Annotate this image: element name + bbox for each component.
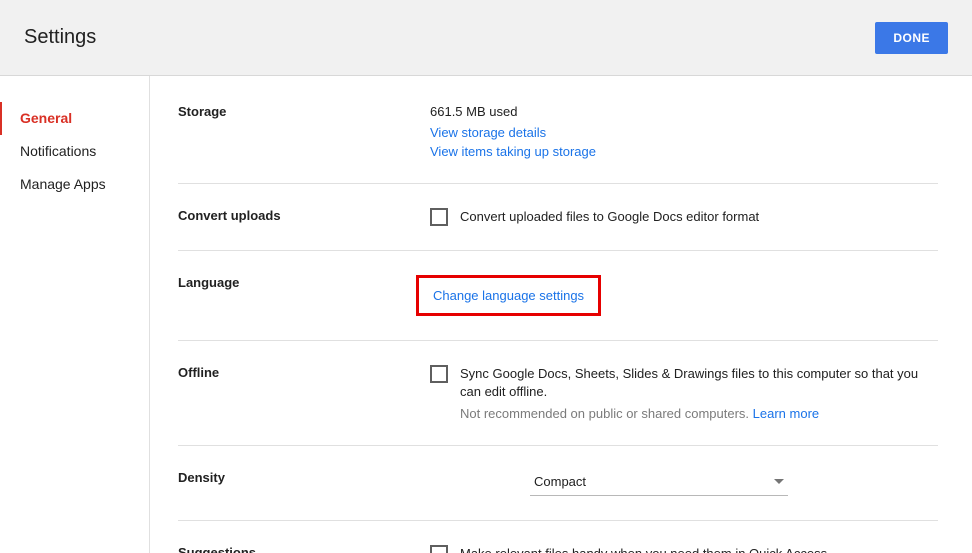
section-label-convert-uploads: Convert uploads bbox=[178, 208, 430, 226]
section-value-convert-uploads: Convert uploaded files to Google Docs ed… bbox=[430, 208, 938, 226]
settings-header: Settings DONE bbox=[0, 0, 972, 76]
link-view-storage-details[interactable]: View storage details bbox=[430, 125, 938, 140]
done-button[interactable]: DONE bbox=[875, 22, 948, 54]
link-change-language-settings[interactable]: Change language settings bbox=[433, 288, 584, 303]
section-value-storage: 661.5 MB used View storage details View … bbox=[430, 104, 938, 159]
section-label-suggestions: Suggestions bbox=[178, 545, 430, 553]
sidebar-item-notifications[interactable]: Notifications bbox=[0, 135, 149, 168]
section-offline: Offline Sync Google Docs, Sheets, Slides… bbox=[178, 341, 938, 445]
section-label-offline: Offline bbox=[178, 365, 430, 420]
checkbox-row-suggestions: Make relevant files handy when you need … bbox=[430, 545, 938, 553]
storage-used-text: 661.5 MB used bbox=[430, 104, 938, 119]
settings-body: General Notifications Manage Apps Storag… bbox=[0, 76, 972, 553]
section-suggestions: Suggestions Make relevant files handy wh… bbox=[178, 521, 938, 553]
link-learn-more-offline[interactable]: Learn more bbox=[753, 406, 819, 421]
checkbox-row-offline: Sync Google Docs, Sheets, Slides & Drawi… bbox=[430, 365, 938, 420]
checkbox-suggestions[interactable] bbox=[430, 545, 448, 553]
sidebar-item-label: General bbox=[20, 110, 72, 126]
link-view-items-taking-storage[interactable]: View items taking up storage bbox=[430, 144, 938, 159]
content-inner: Storage 661.5 MB used View storage detai… bbox=[178, 76, 938, 553]
content-scroll[interactable]: Storage 661.5 MB used View storage detai… bbox=[150, 76, 972, 553]
offline-text-block: Sync Google Docs, Sheets, Slides & Drawi… bbox=[460, 365, 938, 420]
page-title: Settings bbox=[24, 26, 96, 49]
chevron-down-icon bbox=[774, 479, 784, 484]
sidebar-item-label: Notifications bbox=[20, 143, 96, 159]
checkbox-row-convert-uploads: Convert uploaded files to Google Docs ed… bbox=[430, 208, 938, 226]
section-language: Language Change language settings bbox=[178, 251, 938, 341]
section-storage: Storage 661.5 MB used View storage detai… bbox=[178, 76, 938, 184]
highlight-change-language: Change language settings bbox=[416, 275, 601, 316]
sidebar: General Notifications Manage Apps bbox=[0, 76, 150, 553]
checkbox-offline-sync[interactable] bbox=[430, 365, 448, 383]
sidebar-item-general[interactable]: General bbox=[0, 102, 149, 135]
sidebar-item-manage-apps[interactable]: Manage Apps bbox=[0, 168, 149, 201]
density-selected-text: Compact bbox=[534, 474, 774, 489]
section-value-density: Compact bbox=[430, 470, 938, 496]
section-density: Density Compact bbox=[178, 446, 938, 521]
sidebar-item-label: Manage Apps bbox=[20, 176, 106, 192]
section-value-offline: Sync Google Docs, Sheets, Slides & Drawi… bbox=[430, 365, 938, 420]
checkbox-label-offline: Sync Google Docs, Sheets, Slides & Drawi… bbox=[460, 365, 938, 401]
density-select[interactable]: Compact bbox=[530, 470, 788, 496]
checkbox-label-convert-uploads: Convert uploaded files to Google Docs ed… bbox=[460, 208, 759, 226]
section-label-storage: Storage bbox=[178, 104, 430, 159]
section-label-density: Density bbox=[178, 470, 430, 496]
section-label-language: Language bbox=[178, 275, 430, 316]
section-value-suggestions: Make relevant files handy when you need … bbox=[430, 545, 938, 553]
offline-muted-text: Not recommended on public or shared comp… bbox=[460, 406, 753, 421]
checkbox-label-suggestions: Make relevant files handy when you need … bbox=[460, 545, 831, 553]
section-convert-uploads: Convert uploads Convert uploaded files t… bbox=[178, 184, 938, 251]
checkbox-convert-uploads[interactable] bbox=[430, 208, 448, 226]
section-value-language: Change language settings bbox=[430, 275, 938, 316]
offline-muted-line: Not recommended on public or shared comp… bbox=[460, 406, 938, 421]
